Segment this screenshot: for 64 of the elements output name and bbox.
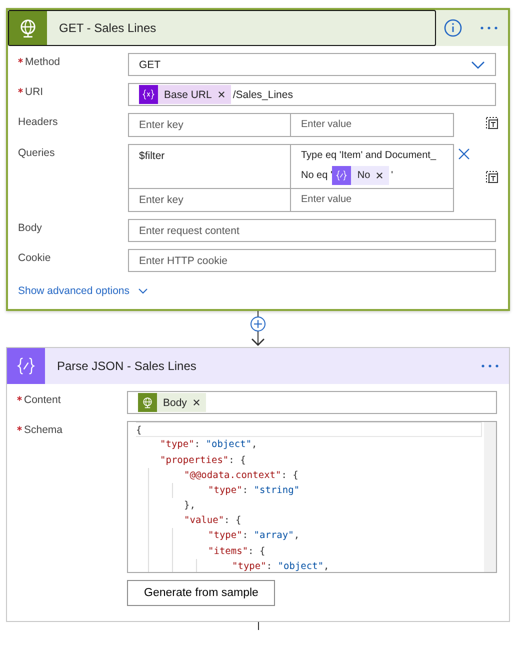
method-dropdown[interactable]: GET (128, 53, 496, 76)
key-text: $filter (139, 150, 165, 162)
braces-icon (15, 355, 37, 378)
code-line: "properties": { (160, 454, 247, 468)
field-text: /Sales_Lines (232, 88, 293, 100)
field-label: Method (25, 56, 60, 68)
variable-icon (142, 88, 155, 101)
field-label: URI (25, 86, 44, 98)
field-label: Body (18, 222, 42, 234)
text-mode-icon[interactable] (485, 170, 499, 184)
show-advanced-options-link[interactable]: Show advanced options (18, 285, 148, 298)
close-icon[interactable] (458, 148, 470, 160)
required-icon (18, 88, 23, 93)
key-cell[interactable]: $filter (128, 144, 291, 190)
input-field[interactable]: Enter HTTP cookie (128, 249, 496, 272)
info-icon[interactable] (444, 19, 462, 37)
code-line: "type": "object", (160, 438, 258, 452)
key-field[interactable]: Enter key (128, 113, 291, 137)
code-line: "@@odata.context": { (184, 468, 300, 483)
field-text: No eq ' (301, 170, 332, 182)
code-line: "items": { (208, 544, 266, 559)
input-field[interactable]: Enter request content (128, 219, 496, 242)
required-icon (17, 396, 22, 402)
field-label: Queries (18, 147, 55, 159)
required-icon (17, 426, 22, 432)
field-label: Schema (24, 424, 63, 436)
more-options-icon[interactable] (480, 26, 498, 30)
field-text: ' (391, 170, 394, 182)
dynamic-content-token[interactable]: No (332, 166, 390, 185)
value-field[interactable]: Enter value (290, 188, 454, 212)
code-line: "type": "string" (208, 484, 301, 498)
chevron-down-icon (471, 60, 485, 68)
action-title[interactable]: Parse JSON - Sales Lines (57, 359, 473, 374)
code-line: "value": { (184, 514, 242, 528)
globe-icon (141, 396, 154, 410)
remove-icon[interactable] (376, 172, 384, 179)
input-field[interactable]: Body (127, 391, 497, 414)
token-label: No (357, 168, 370, 182)
token-label: Base URL (164, 88, 212, 100)
more-options-icon[interactable] (481, 364, 499, 368)
field-text: Type eq 'Item' and Document_ (301, 149, 438, 163)
field-label: Content (24, 394, 61, 406)
code-line: "type": "object", (232, 560, 330, 572)
dropdown-value: GET (139, 58, 161, 70)
code-line: { (136, 422, 482, 438)
code-editor[interactable]: { "type": "object", "properties": { "@@odata.context": { "type": "string" }, "value": { "type": "array", "items": { "type": "object", (127, 421, 497, 574)
required-icon (18, 58, 23, 63)
input-field[interactable]: Base URL /Sales_Lines (128, 83, 496, 106)
chevron-down-icon (138, 288, 148, 294)
field-label: Headers (18, 116, 58, 128)
remove-icon[interactable] (192, 399, 200, 406)
field-label: Cookie (18, 252, 51, 264)
dynamic-content-token[interactable]: Body (138, 393, 206, 412)
braces-icon (335, 169, 348, 182)
code-line: "type": "array", (208, 529, 301, 544)
code-line: }, (184, 499, 196, 514)
generate-from-sample-button[interactable]: Generate from sample (127, 580, 276, 606)
remove-icon[interactable] (218, 91, 225, 98)
value-cell[interactable]: Type eq 'Item' and Document_ No eq ' No ' (290, 144, 454, 190)
value-field[interactable]: Enter value (290, 113, 454, 137)
key-field[interactable]: Enter key (128, 188, 291, 212)
token-label: Body (163, 396, 187, 409)
dynamic-content-token[interactable]: Base URL (139, 85, 231, 104)
text-mode-icon[interactable] (485, 116, 499, 130)
